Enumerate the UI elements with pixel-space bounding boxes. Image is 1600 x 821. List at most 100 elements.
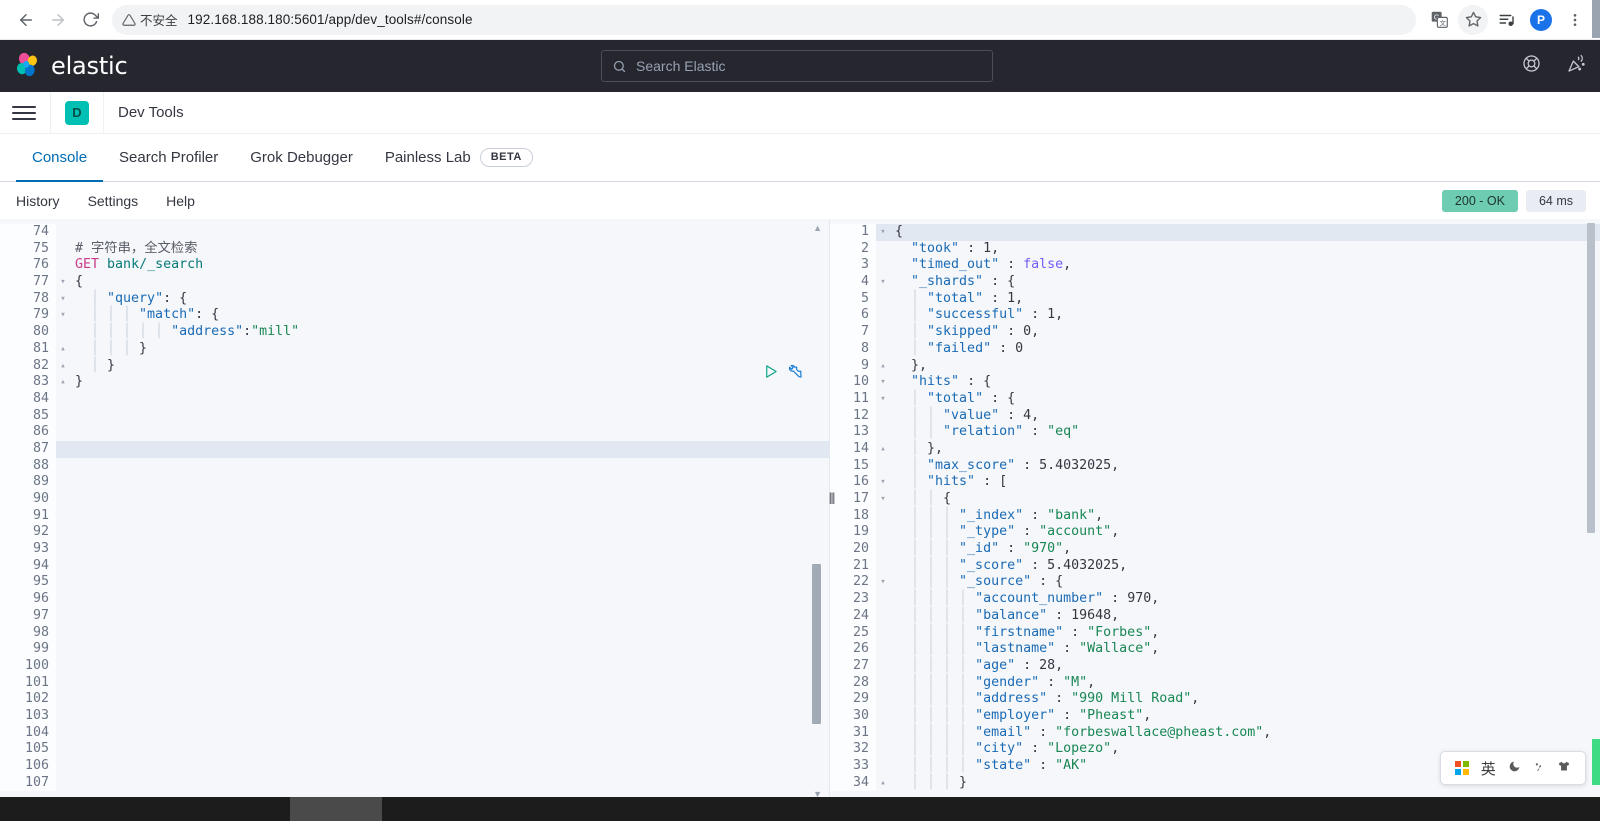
skin-shirt-icon[interactable] (1557, 760, 1571, 777)
fold-toggle-icon[interactable]: ▾ (876, 374, 890, 391)
code-line[interactable]: 1 ▾ { (830, 224, 1600, 241)
code-line[interactable]: 20 │ │ │ "_id" : "970", (830, 541, 1600, 558)
global-search-box[interactable]: Search Elastic (601, 50, 993, 82)
fold-toggle-icon[interactable]: ▾ (876, 224, 890, 241)
code-line[interactable]: 9 ▴ }, (830, 357, 1600, 375)
help-button[interactable] (1522, 54, 1541, 78)
code-line[interactable]: 85 (0, 407, 829, 425)
code-line[interactable]: 15 │ "max_score" : 5.4032025, (830, 457, 1600, 475)
code-line[interactable]: 106 (0, 758, 829, 775)
code-line[interactable]: 98 (0, 624, 829, 642)
code-line[interactable]: 3 "timed_out" : false, (830, 257, 1600, 275)
fold-toggle-icon[interactable]: ▴ (876, 775, 890, 792)
code-line[interactable]: 102 (0, 691, 829, 708)
code-line[interactable]: 31 │ │ │ │ "email" : "forbeswallace@phea… (830, 724, 1600, 742)
code-line[interactable]: 24 │ │ │ │ "balance" : 19648, (830, 607, 1600, 625)
code-line[interactable]: 81 ▴ │ │ │ } (0, 340, 829, 358)
fold-toggle-icon[interactable]: ▾ (56, 291, 70, 308)
response-code[interactable]: 1 ▾{2 "took" : 1, 3 "timed_out" : false, 4 ▾… (830, 219, 1600, 792)
ime-mode-label[interactable]: 英 (1481, 758, 1496, 779)
code-line[interactable]: 4 ▾ "_shards" : { (830, 274, 1600, 291)
code-line[interactable]: 77 ▾ { (0, 274, 829, 291)
ime-floating-bar[interactable]: 英 (1440, 751, 1586, 785)
fold-toggle-icon[interactable]: ▾ (876, 474, 890, 491)
fold-toggle-icon[interactable]: ▴ (56, 374, 70, 391)
code-line[interactable]: 26 │ │ │ │ "lastname" : "Wallace", (830, 641, 1600, 658)
code-line[interactable]: 89 (0, 474, 829, 491)
code-line[interactable]: 103 (0, 707, 829, 725)
code-line[interactable]: 94 (0, 557, 829, 575)
code-line[interactable]: 86 (0, 424, 829, 441)
code-line[interactable]: 25 │ │ │ │ "firstname" : "Forbes", (830, 624, 1600, 642)
bookmark-button[interactable] (1458, 4, 1488, 35)
code-line[interactable]: 93 (0, 541, 829, 558)
fold-toggle-icon[interactable]: ▾ (56, 307, 70, 324)
code-line[interactable]: 6 │ "successful" : 1, (830, 307, 1600, 325)
code-line[interactable]: 28 │ │ │ │ "gender" : "M", (830, 674, 1600, 692)
punctuation-icon[interactable] (1532, 760, 1545, 776)
editor-vertical-scrollbar[interactable] (812, 564, 821, 724)
security-indicator[interactable]: 不安全 (122, 10, 178, 29)
code-line[interactable]: 12 │ │ "value" : 4, (830, 407, 1600, 425)
code-line[interactable]: 13 │ │ "relation" : "eq" (830, 424, 1600, 441)
code-line[interactable]: 107 (0, 774, 829, 792)
address-bar[interactable]: 不安全 192.168.188.180:5601/app/dev_tools#/… (112, 4, 1416, 35)
request-editor-pane[interactable]: 74 75 # 字符串，全文检索 76 GET bank/_search 77 ▾ {78 ▾ … (0, 219, 830, 805)
code-line[interactable]: 27 │ │ │ │ "age" : 28, (830, 657, 1600, 675)
code-line[interactable]: 11 ▾ │ "total" : { (830, 390, 1600, 408)
code-line[interactable]: 16 ▾ │ "hits" : [ (830, 474, 1600, 491)
code-line[interactable]: 22 ▾ │ │ │ "_source" : { (830, 574, 1600, 592)
fold-toggle-icon[interactable]: ▴ (56, 341, 70, 358)
response-vertical-scrollbar[interactable] (1587, 223, 1595, 533)
code-line[interactable]: 99 (0, 641, 829, 658)
tab-grok-debugger[interactable]: Grok Debugger (234, 134, 369, 181)
reload-button[interactable] (74, 4, 106, 36)
code-line[interactable]: 79 ▾ │ │ │ "match": { (0, 307, 829, 325)
code-line[interactable]: 91 (0, 507, 829, 525)
request-editor-code[interactable]: 74 75 # 字符串，全文检索 76 GET bank/_search 77 ▾ {78 ▾ … (0, 219, 829, 792)
code-line[interactable]: 5 │ "total" : 1, (830, 290, 1600, 308)
code-line[interactable]: 76 GET bank/_search (0, 257, 829, 275)
fold-toggle-icon[interactable]: ▴ (876, 441, 890, 458)
code-line[interactable]: 74 (0, 224, 829, 241)
code-line[interactable]: 90 (0, 491, 829, 508)
code-line[interactable]: 87 (0, 440, 829, 458)
history-link[interactable]: History (16, 193, 60, 209)
elastic-logo[interactable]: elastic (14, 52, 128, 80)
open-docs-button[interactable] (787, 363, 803, 384)
tab-painless-lab[interactable]: Painless Lab BETA (369, 134, 549, 181)
code-line[interactable]: 88 (0, 457, 829, 475)
code-line[interactable]: 19 │ │ │ "_type" : "account", (830, 524, 1600, 542)
code-line[interactable]: 100 (0, 657, 829, 675)
code-line[interactable]: 105 (0, 741, 829, 758)
page-scrollbar-thumb[interactable] (1592, 0, 1600, 38)
code-line[interactable]: 84 (0, 390, 829, 408)
editor-scroll-up-indicator[interactable]: ▲ (813, 223, 822, 233)
pane-splitter-handle[interactable]: ⫴ (828, 489, 836, 509)
code-line[interactable]: 97 (0, 607, 829, 625)
fold-toggle-icon[interactable]: ▾ (56, 274, 70, 291)
forward-button[interactable] (42, 4, 74, 36)
fold-toggle-icon[interactable]: ▾ (876, 274, 890, 291)
response-pane[interactable]: 1 ▾{2 "took" : 1, 3 "timed_out" : false, 4 ▾… (830, 219, 1600, 805)
code-line[interactable]: 75 # 字符串，全文检索 (0, 240, 829, 258)
back-button[interactable] (10, 4, 42, 36)
code-line[interactable]: 30 │ │ │ │ "employer" : "Pheast", (830, 707, 1600, 725)
tab-console[interactable]: Console (16, 134, 104, 182)
code-line[interactable]: 92 (0, 524, 829, 542)
news-feed-button[interactable] (1567, 54, 1586, 78)
translate-button[interactable]: G 文 (1424, 5, 1454, 35)
fold-toggle-icon[interactable]: ▾ (876, 574, 890, 591)
settings-link[interactable]: Settings (88, 193, 139, 209)
code-line[interactable]: 95 (0, 574, 829, 592)
fold-toggle-icon[interactable]: ▴ (56, 358, 70, 375)
send-request-button[interactable] (763, 364, 778, 384)
fold-toggle-icon[interactable]: ▾ (876, 391, 890, 408)
code-line[interactable]: 23 │ │ │ │ "account_number" : 970, (830, 591, 1600, 608)
code-line[interactable]: 101 (0, 674, 829, 692)
moon-icon[interactable] (1508, 760, 1521, 776)
code-line[interactable]: 80 │ │ │ │ │ "address":"mill" (0, 324, 829, 341)
code-line[interactable]: 8 │ "failed" : 0 (830, 340, 1600, 358)
help-link[interactable]: Help (166, 193, 195, 209)
fold-toggle-icon[interactable]: ▴ (876, 358, 890, 375)
